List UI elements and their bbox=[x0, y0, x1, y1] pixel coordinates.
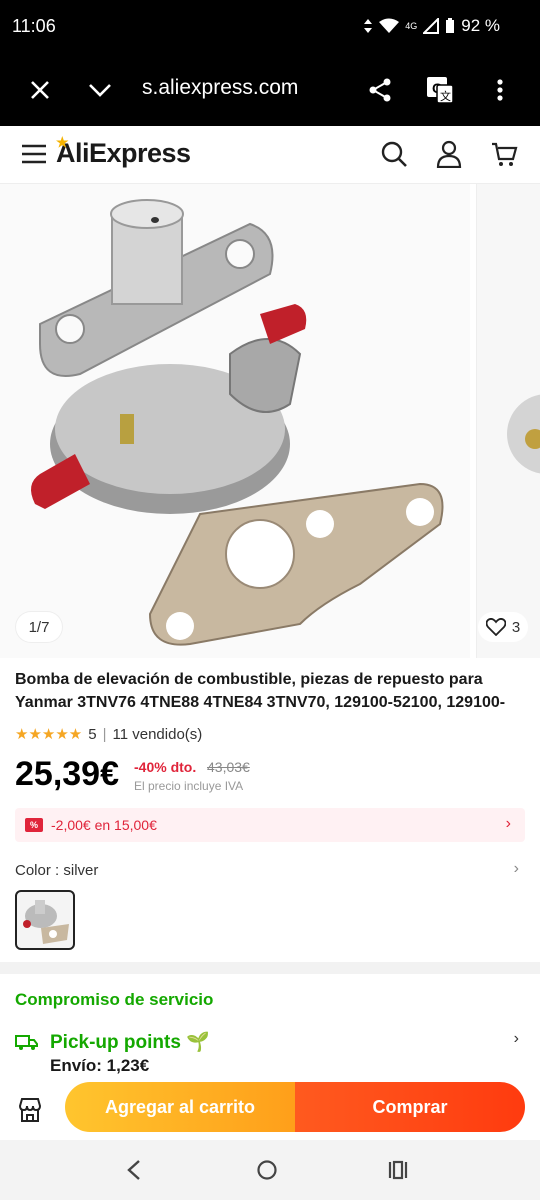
system-nav-bar bbox=[0, 1140, 540, 1200]
chevron-right-icon: › bbox=[513, 1030, 519, 1047]
add-to-cart-button[interactable]: Agregar al carrito bbox=[65, 1082, 295, 1132]
heart-icon bbox=[485, 618, 506, 636]
menu-icon[interactable] bbox=[20, 140, 48, 168]
search-icon[interactable] bbox=[378, 138, 410, 170]
color-selector-row[interactable]: Color : silver › bbox=[15, 860, 525, 879]
product-image[interactable] bbox=[0, 184, 470, 658]
coupon-banner[interactable]: % -2,00€ en 15,00€ › bbox=[15, 808, 525, 842]
discount-badge: -40% dto. bbox=[134, 759, 197, 775]
coupon-text: -2,00€ en 15,00€ bbox=[51, 817, 157, 833]
wifi-icon bbox=[379, 18, 400, 33]
bottom-action-bar: Agregar al carrito Comprar bbox=[0, 1080, 540, 1140]
status-bar: 11:06 4G 92 % bbox=[0, 0, 540, 54]
color-label: Color bbox=[15, 862, 51, 879]
status-indicators: 4G 92 % bbox=[363, 16, 500, 36]
original-price: 43,03€ bbox=[207, 759, 250, 775]
pickup-points-row[interactable]: Pick-up points 🌱 Envío: 1,23€ › bbox=[15, 1030, 525, 1080]
wishlist-button[interactable]: 3 bbox=[478, 612, 528, 642]
truck-icon bbox=[15, 1035, 38, 1050]
aliexpress-logo[interactable]: ★ AliExpress bbox=[56, 134, 191, 169]
service-commitment-title: Compromiso de servicio bbox=[15, 990, 214, 1009]
image-counter: 1/7 bbox=[16, 612, 62, 642]
rating-row[interactable]: ★★★★★ 5 | 11 vendido(s) bbox=[15, 725, 203, 744]
translate-icon[interactable]: G文 bbox=[422, 72, 458, 108]
vat-note: El precio incluye IVA bbox=[134, 779, 244, 793]
back-icon[interactable] bbox=[116, 1154, 152, 1186]
pickup-title: Pick-up points 🌱 bbox=[50, 1032, 210, 1053]
logo-star-icon: ★ bbox=[56, 134, 69, 150]
color-value: silver bbox=[63, 862, 99, 879]
network-type: 4G bbox=[405, 21, 418, 31]
shipping-cost: Envío: 1,23€ bbox=[50, 1056, 150, 1075]
wishlist-count: 3 bbox=[511, 618, 521, 636]
current-price: 25,39€ bbox=[15, 755, 119, 793]
rating-value: 5 bbox=[88, 725, 97, 743]
rating-stars-icon: ★★★★★ bbox=[15, 726, 83, 743]
chevron-down-icon[interactable] bbox=[82, 72, 118, 108]
color-separator: : bbox=[50, 862, 64, 879]
home-icon[interactable] bbox=[249, 1154, 285, 1186]
chevron-right-icon: › bbox=[513, 860, 519, 877]
data-arrows-icon bbox=[364, 19, 373, 33]
buy-now-button[interactable]: Comprar bbox=[295, 1082, 525, 1132]
store-icon[interactable] bbox=[14, 1094, 46, 1126]
section-divider bbox=[0, 962, 540, 974]
battery-level: 92 % bbox=[461, 16, 500, 35]
product-gallery[interactable] bbox=[0, 184, 540, 658]
signal-icon bbox=[423, 18, 440, 34]
recents-icon[interactable] bbox=[380, 1154, 416, 1186]
product-title: Bomba de elevación de combustible, pieza… bbox=[15, 671, 506, 711]
share-icon[interactable] bbox=[362, 72, 398, 108]
more-vert-icon[interactable] bbox=[482, 72, 518, 108]
leaf-icon: 🌱 bbox=[186, 1032, 210, 1053]
url-text[interactable]: s.aliexpress.com bbox=[142, 76, 298, 100]
svg-text:文: 文 bbox=[440, 89, 451, 103]
sold-count: 11 vendido(s) bbox=[112, 725, 203, 743]
status-time: 11:06 bbox=[12, 16, 56, 36]
browser-toolbar: s.aliexpress.com G文 bbox=[0, 54, 540, 126]
rating-separator: | bbox=[102, 725, 107, 743]
close-icon[interactable] bbox=[22, 72, 58, 108]
cart-icon[interactable] bbox=[488, 138, 520, 170]
coupon-icon: % bbox=[25, 818, 43, 832]
next-product-image[interactable] bbox=[476, 184, 540, 658]
chevron-right-icon: › bbox=[505, 815, 511, 832]
site-header: ★ AliExpress bbox=[0, 126, 540, 184]
battery-icon bbox=[446, 18, 455, 33]
user-icon[interactable] bbox=[433, 138, 465, 170]
color-swatch-silver[interactable] bbox=[15, 890, 75, 950]
